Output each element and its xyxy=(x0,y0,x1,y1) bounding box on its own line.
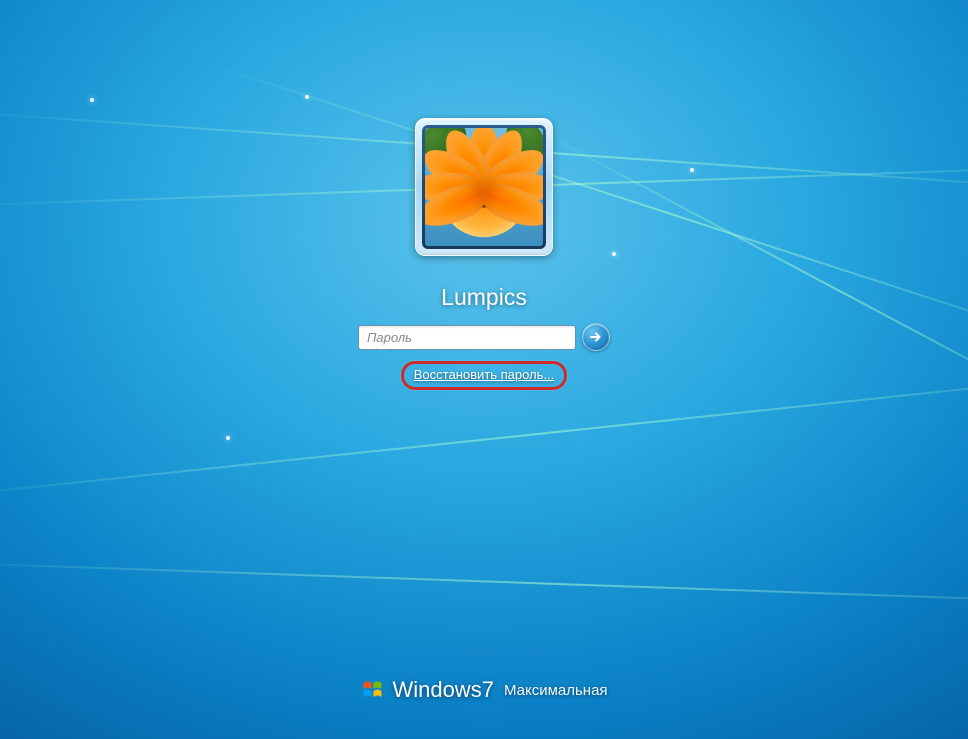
password-placeholder: Пароль xyxy=(367,330,412,345)
password-input[interactable]: Пароль xyxy=(358,325,576,350)
os-edition: Максимальная xyxy=(504,682,608,699)
reset-password-highlight: Восстановить пароль... xyxy=(401,361,568,390)
login-screen: Lumpics Пароль Восстановить пароль... xyxy=(0,0,968,739)
decorative-dot xyxy=(612,252,616,256)
submit-button[interactable] xyxy=(582,323,610,351)
decorative-dot xyxy=(690,168,694,172)
username-label: Lumpics xyxy=(441,284,527,311)
decorative-ray xyxy=(0,560,968,607)
avatar-inner xyxy=(422,125,546,249)
os-name: Windows7 xyxy=(392,677,494,703)
user-avatar[interactable] xyxy=(415,118,553,256)
os-branding: Windows7 Максимальная xyxy=(360,677,607,703)
os-version-text: 7 xyxy=(482,677,494,702)
os-name-text: Windows xyxy=(392,677,481,702)
flower-icon xyxy=(425,128,543,246)
login-panel: Lumpics Пароль Восстановить пароль... xyxy=(358,118,610,390)
windows-logo-icon xyxy=(360,678,384,702)
reset-password-link[interactable]: Восстановить пароль... xyxy=(414,367,555,382)
decorative-dot xyxy=(305,95,309,99)
arrow-right-icon xyxy=(588,329,604,345)
decorative-dot xyxy=(90,98,94,102)
decorative-dot xyxy=(226,436,230,440)
password-row: Пароль xyxy=(358,323,610,351)
